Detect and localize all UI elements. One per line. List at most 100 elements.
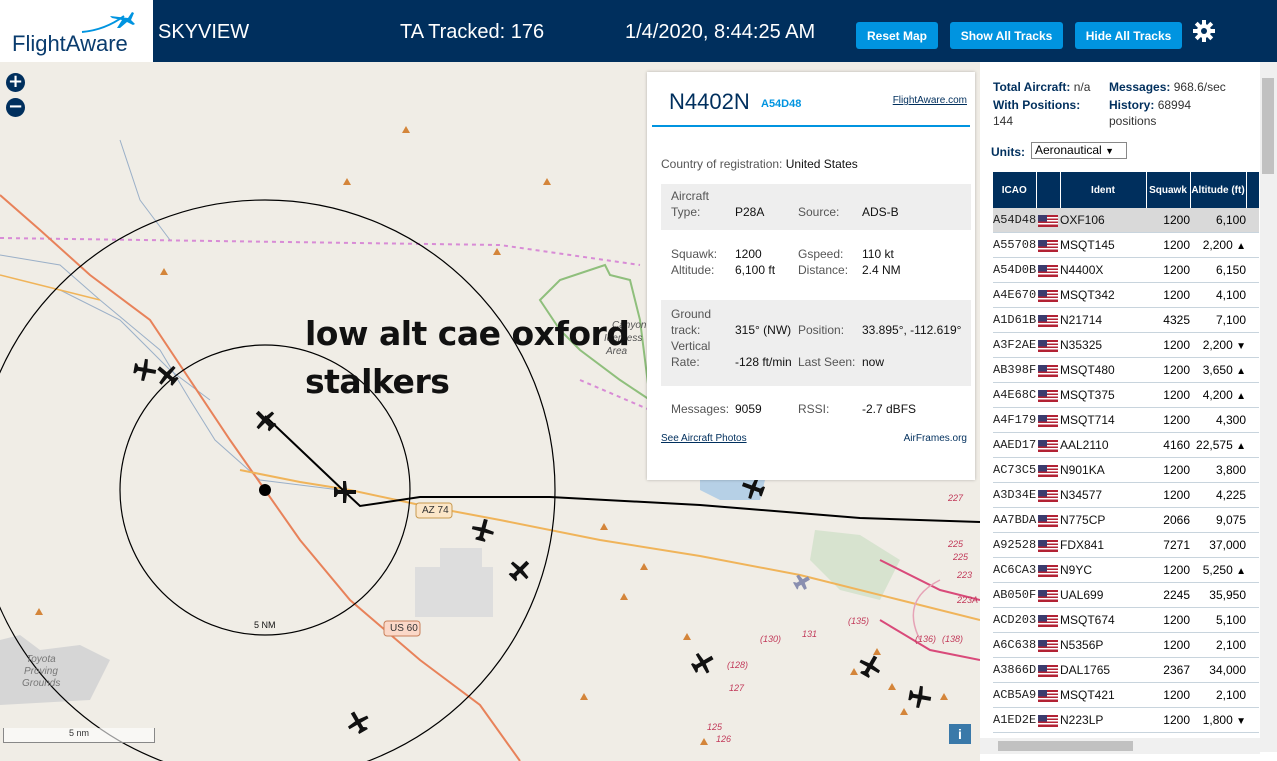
airway-label: (128) — [727, 660, 749, 670]
altitude-trend-icon: ▼ — [1236, 716, 1246, 727]
row-ident: N21714 — [1060, 307, 1146, 333]
table-row[interactable]: A6C638 N5356P 1200 2,100 — [993, 632, 1259, 658]
table-row[interactable]: A55708 MSQT145 1200 2,200 ▲ — [993, 232, 1259, 258]
info-button[interactable]: i — [949, 724, 971, 744]
row-icao: AB050F — [993, 582, 1036, 608]
popup-hex[interactable]: A54D48 — [761, 98, 801, 110]
row-squawk: 1200 — [1146, 407, 1190, 433]
altitude-label: Altitude: — [671, 263, 715, 277]
hide-all-tracks-button[interactable]: Hide All Tracks — [1075, 22, 1182, 49]
scale-bar: 5 nm — [3, 728, 155, 743]
aircraft-info-popup: N4402N A54D48 FlightAware.com Country of… — [647, 72, 975, 480]
row-altitude: 1,800 ▼ — [1190, 707, 1246, 733]
airway-label: (135) — [848, 616, 870, 626]
row-altitude-value: 7,100 — [1215, 313, 1246, 327]
row-altitude: 3,650 ▲ — [1190, 357, 1246, 383]
zoom-out-button[interactable]: − — [6, 98, 25, 117]
table-row[interactable]: A4F179 MSQT714 1200 4,300 — [993, 407, 1259, 433]
show-all-tracks-button[interactable]: Show All Tracks — [950, 22, 1063, 49]
table-row[interactable]: ACB5A9 MSQT421 1200 2,100 — [993, 682, 1259, 708]
units-select[interactable]: Aeronautical ▼ — [1031, 142, 1127, 159]
last-seen-value: now — [862, 355, 885, 369]
sidebar-vertical-scrollbar[interactable] — [1260, 62, 1277, 752]
row-squawk: 1200 — [1146, 707, 1190, 733]
flightaware-logo[interactable]: FlightAware — [0, 0, 153, 62]
aircraft-photos-link[interactable]: See Aircraft Photos — [661, 433, 747, 444]
us-flag-icon — [1036, 482, 1060, 508]
us-flag-icon — [1036, 657, 1060, 683]
col-extra[interactable] — [1246, 172, 1260, 208]
row-icao: ACB5A9 — [993, 682, 1036, 708]
row-icao: A3F2AE — [993, 332, 1036, 358]
altitude-trend-icon: ▲ — [1236, 391, 1246, 402]
table-row[interactable]: A4E68C MSQT375 1200 4,200 ▲ — [993, 382, 1259, 408]
row-icao: A1ED2E — [993, 707, 1036, 733]
row-extra — [1246, 557, 1259, 583]
table-row[interactable]: A54D0B N4400X 1200 6,150 — [993, 257, 1259, 283]
row-ident: UAL699 — [1060, 582, 1146, 608]
chevron-down-icon: ▼ — [1105, 146, 1114, 156]
col-ident[interactable]: Ident — [1060, 172, 1147, 208]
airway-label: (130) — [760, 634, 782, 644]
country-value: United States — [785, 157, 858, 171]
reset-map-button[interactable]: Reset Map — [856, 22, 938, 49]
row-altitude-value: 35,950 — [1209, 588, 1246, 602]
row-extra — [1246, 208, 1259, 233]
row-ident: N775CP — [1060, 507, 1146, 533]
table-row[interactable]: AB398F MSQT480 1200 3,650 ▲ — [993, 357, 1259, 383]
sidebar-horizontal-scrollbar[interactable] — [980, 738, 1260, 754]
table-row[interactable]: ACD203 MSQT674 1200 5,100 — [993, 607, 1259, 633]
row-icao: AAED17 — [993, 432, 1036, 458]
table-row[interactable]: A92528 FDX841 7271 37,000 — [993, 532, 1259, 558]
row-altitude-value: 9,075 — [1215, 513, 1246, 527]
table-row[interactable]: AB050F UAL699 2245 35,950 — [993, 582, 1259, 608]
col-flag[interactable] — [1036, 172, 1061, 208]
row-squawk: 1200 — [1146, 382, 1190, 408]
row-squawk: 1200 — [1146, 632, 1190, 658]
table-row[interactable]: A3D34E N34577 1200 4,225 — [993, 482, 1259, 508]
row-ident: N223LP — [1060, 707, 1146, 733]
row-icao: A6C638 — [993, 632, 1036, 658]
row-extra — [1246, 482, 1259, 508]
table-row[interactable]: A1D61B N21714 4325 7,100 — [993, 307, 1259, 333]
scrollbar-thumb[interactable] — [998, 741, 1133, 751]
history-value: 68994 — [1157, 98, 1192, 112]
col-icao[interactable]: ICAO — [993, 172, 1037, 208]
zoom-in-button[interactable]: + — [6, 73, 25, 92]
row-ident: MSQT375 — [1060, 382, 1146, 408]
row-icao: AC73C5 — [993, 457, 1036, 483]
scrollbar-thumb[interactable] — [1262, 78, 1274, 174]
us-flag-icon — [1036, 332, 1060, 358]
row-extra — [1246, 282, 1259, 308]
table-row[interactable]: A3866D DAL1765 2367 34,000 — [993, 657, 1259, 683]
table-row[interactable]: AC73C5 N901KA 1200 3,800 — [993, 457, 1259, 483]
table-row[interactable]: A4E670 MSQT342 1200 4,100 — [993, 282, 1259, 308]
distance-value: 2.4 NM — [862, 263, 901, 277]
aircraft-type-label: Aircraft — [671, 189, 710, 203]
history: History: 68994 positions — [1109, 97, 1191, 129]
aircraft-table-body: A54D48 OXF106 1200 6,100 A55708 MSQT145 1200 2… — [993, 208, 1259, 733]
gear-icon[interactable] — [1192, 19, 1216, 43]
table-row[interactable]: A54D48 OXF106 1200 6,100 — [993, 208, 1259, 233]
table-row[interactable]: AC6CA3 N9YC 1200 5,250 ▲ — [993, 557, 1259, 583]
row-extra — [1246, 407, 1259, 433]
col-squawk[interactable]: Squawk — [1146, 172, 1191, 208]
position-label: Position: — [798, 323, 845, 337]
map-area — [440, 548, 482, 568]
table-row[interactable]: AA7BDA N775CP 2066 9,075 — [993, 507, 1259, 533]
vertical-rate-label: Vertical — [671, 339, 711, 353]
us-flag-icon — [1036, 682, 1060, 708]
map-view[interactable]: AZ 74 US 60 5 NM Canyon Iderness Area To… — [0, 62, 980, 761]
row-ident: DAL1765 — [1060, 657, 1146, 683]
table-row[interactable]: A1ED2E N223LP 1200 1,800 ▼ — [993, 707, 1259, 733]
airframes-link[interactable]: AirFrames.org — [904, 433, 967, 444]
total-value: n/a — [1073, 80, 1091, 94]
sidebar: Total Aircraft: n/a With Positions: 144 M… — [980, 62, 1277, 761]
row-extra — [1246, 232, 1259, 258]
table-row[interactable]: A3F2AE N35325 1200 2,200 ▼ — [993, 332, 1259, 358]
col-altitude[interactable]: Altitude (ft) — [1190, 172, 1247, 208]
row-icao: AB398F — [993, 357, 1036, 383]
table-row[interactable]: AAED17 AAL2110 4160 22,575 ▲ — [993, 432, 1259, 458]
flightaware-link[interactable]: FlightAware.com — [893, 95, 967, 106]
row-extra — [1246, 632, 1259, 658]
